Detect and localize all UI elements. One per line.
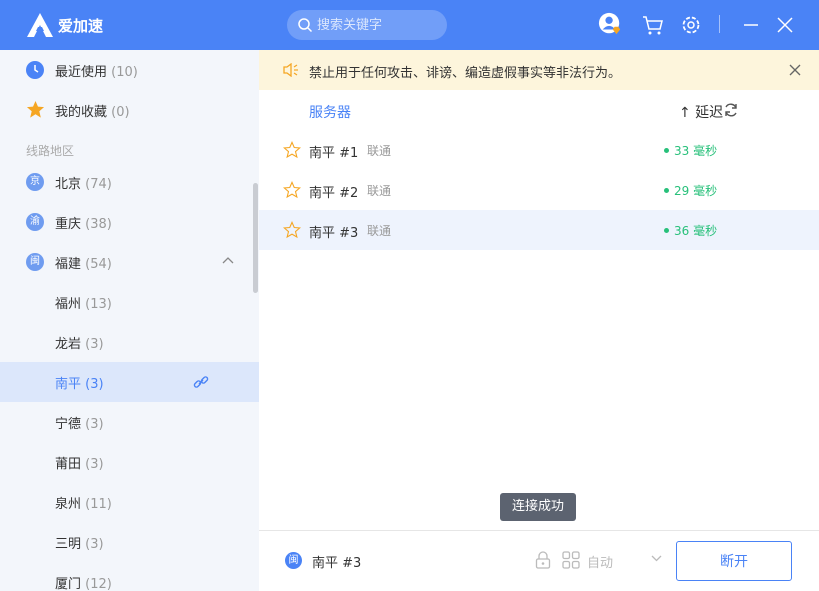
sidebar-item-fujian[interactable]: 闽 福建 (54) <box>0 242 259 282</box>
sidebar-item-label: 福州 (13) <box>55 297 112 312</box>
star-icon <box>26 100 45 118</box>
sidebar-item-label: 福建 (54) <box>55 257 112 272</box>
chevron-down-icon[interactable] <box>651 555 662 562</box>
app-name: 爱加速 <box>58 17 104 35</box>
sidebar-item-nanping[interactable]: 南平 (3) <box>0 362 259 402</box>
sidebar-item-xiamen[interactable]: 厦门 (12) <box>0 562 259 591</box>
region-badge-icon: 渝 <box>26 213 44 231</box>
sidebar-item-quanzhou[interactable]: 泉州 (11) <box>0 482 259 522</box>
refresh-icon[interactable] <box>723 102 739 118</box>
chevron-up-icon[interactable] <box>222 256 234 264</box>
region-badge-icon: 闽 <box>26 253 44 271</box>
sidebar-item-label: 最近使用 (10) <box>55 65 138 80</box>
server-row[interactable]: 南平 #2 联通 29 毫秒 <box>259 170 819 210</box>
sidebar-item-favorites[interactable]: 我的收藏 (0) <box>0 90 259 130</box>
header-divider <box>719 15 720 33</box>
lock-icon[interactable] <box>535 551 551 569</box>
column-header-server[interactable]: 服务器 <box>309 102 351 122</box>
sidebar-item-fuzhou[interactable]: 福州 (13) <box>0 282 259 322</box>
sidebar-item-chongqing[interactable]: 渝 重庆 (38) <box>0 202 259 242</box>
title-bar: 爱加速 <box>0 0 819 50</box>
favorite-star-icon[interactable] <box>283 141 301 159</box>
server-table-header: 服务器 ↑ 延迟 <box>259 90 819 130</box>
server-latency: 29 毫秒 <box>664 182 717 199</box>
region-badge-icon: 闽 <box>285 552 302 569</box>
clock-icon <box>26 61 44 79</box>
server-row[interactable]: 南平 #3 联通 36 毫秒 <box>259 210 819 250</box>
favorite-star-icon[interactable] <box>283 181 301 199</box>
sidebar-item-label: 莆田 (3) <box>55 457 104 472</box>
toast-message: 连接成功 <box>500 493 576 521</box>
sidebar-item-recent[interactable]: 最近使用 (10) <box>0 50 259 90</box>
user-avatar-icon[interactable] <box>598 12 622 36</box>
connection-footer: 闽 南平 #3 自动 断开 <box>259 530 819 591</box>
server-name: 南平 #3 <box>309 226 359 241</box>
sidebar-item-label: 龙岩 (3) <box>55 337 104 352</box>
gear-icon[interactable] <box>679 13 703 37</box>
sidebar-item-beijing[interactable]: 京 北京 (74) <box>0 162 259 202</box>
sidebar-scrollbar[interactable] <box>253 183 258 293</box>
status-dot-icon <box>664 188 669 193</box>
app-logo-icon <box>27 13 53 37</box>
server-isp: 联通 <box>367 224 392 238</box>
close-icon[interactable] <box>773 13 797 37</box>
sidebar-item-label: 泉州 (11) <box>55 497 112 512</box>
sidebar-item-sanming[interactable]: 三明 (3) <box>0 522 259 562</box>
disconnect-button[interactable]: 断开 <box>676 541 792 581</box>
server-latency: 36 毫秒 <box>664 222 717 239</box>
sidebar-item-label: 重庆 (38) <box>55 217 112 232</box>
notice-close-icon[interactable] <box>789 64 801 76</box>
sidebar-item-label: 宁德 (3) <box>55 417 104 432</box>
notice-bar: 禁止用于任何攻击、诽谤、编造虚假事实等非法行为。 <box>259 50 819 90</box>
speaker-icon <box>283 63 298 77</box>
sidebar-item-label: 南平 (3) <box>55 377 104 392</box>
search-input[interactable] <box>317 10 442 40</box>
notice-text: 禁止用于任何攻击、诽谤、编造虚假事实等非法行为。 <box>309 66 622 81</box>
sidebar-item-longyan[interactable]: 龙岩 (3) <box>0 322 259 362</box>
sidebar: 最近使用 (10) 我的收藏 (0) 线路地区 京 北京 (74) 渝 重庆 (… <box>0 50 259 591</box>
sidebar-item-label: 厦门 (12) <box>55 577 112 591</box>
minimize-icon[interactable] <box>739 13 763 37</box>
mode-select[interactable]: 自动 <box>587 552 613 571</box>
server-isp: 联通 <box>367 144 392 158</box>
status-dot-icon <box>664 228 669 233</box>
sidebar-item-putian[interactable]: 莆田 (3) <box>0 442 259 482</box>
sidebar-item-ningde[interactable]: 宁德 (3) <box>0 402 259 442</box>
cart-icon[interactable] <box>641 13 665 37</box>
server-row[interactable]: 南平 #1 联通 33 毫秒 <box>259 130 819 170</box>
server-name: 南平 #1 <box>309 146 359 161</box>
search-box[interactable] <box>287 10 447 40</box>
grid-icon[interactable] <box>562 551 580 569</box>
link-icon <box>193 376 209 388</box>
region-badge-icon: 京 <box>26 173 44 191</box>
search-icon <box>298 18 313 33</box>
sidebar-item-label: 北京 (74) <box>55 177 112 192</box>
column-header-latency[interactable]: ↑ 延迟 <box>679 102 723 122</box>
server-latency: 33 毫秒 <box>664 142 717 159</box>
server-isp: 联通 <box>367 184 392 198</box>
status-dot-icon <box>664 148 669 153</box>
sidebar-item-label: 三明 (3) <box>55 537 104 552</box>
section-title: 线路地区 <box>26 144 75 158</box>
favorite-star-icon[interactable] <box>283 221 301 239</box>
server-name: 南平 #2 <box>309 186 359 201</box>
current-server-name: 南平 #3 <box>312 556 362 571</box>
sidebar-item-label: 我的收藏 (0) <box>55 105 130 120</box>
